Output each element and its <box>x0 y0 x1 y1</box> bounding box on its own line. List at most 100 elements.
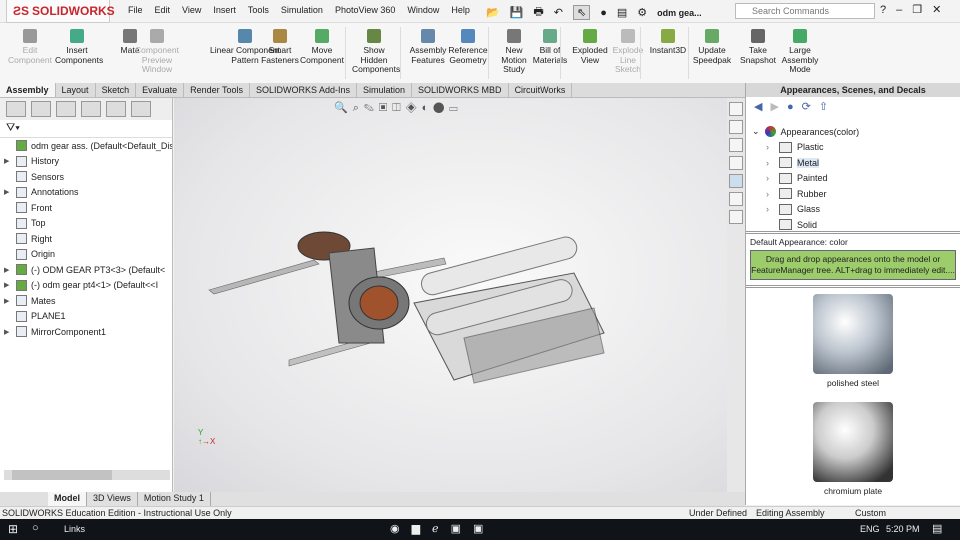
chevron-right-icon[interactable]: › <box>766 142 774 152</box>
filter-icon[interactable]: ⛛▾ <box>0 120 172 138</box>
menu-photoview-360[interactable]: PhotoView 360 <box>329 5 401 15</box>
property-manager-icon[interactable] <box>31 101 51 117</box>
file-explorer-icon[interactable] <box>729 138 743 152</box>
chevron-right-icon[interactable]: › <box>766 204 774 214</box>
search-commands-input[interactable]: Search Commands <box>735 3 875 19</box>
ribbon-reference-geometry[interactable]: Reference Geometry <box>446 29 490 65</box>
tree-item[interactable]: Origin <box>4 247 172 263</box>
feature-manager-icon[interactable] <box>6 101 26 117</box>
view-palette-icon[interactable] <box>729 156 743 170</box>
ribbon-component-preview-window[interactable]: Component Preview Window <box>135 29 179 75</box>
appearances-icon[interactable] <box>729 174 743 188</box>
horizontal-scrollbar[interactable] <box>4 470 170 480</box>
refresh-icon[interactable]: ⟳ <box>802 101 819 113</box>
rebuild-icon[interactable]: ● <box>600 7 607 19</box>
swatch-chromium-plate[interactable]: chromium plate <box>746 402 960 496</box>
print-icon[interactable]: 🖶 <box>533 3 543 22</box>
menu-window[interactable]: Window <box>401 5 445 15</box>
swatch-polished-steel[interactable]: polished steel <box>746 294 960 402</box>
menu-file[interactable]: File <box>122 5 149 15</box>
ribbon-take-snapshot[interactable]: Take Snapshot <box>736 29 780 65</box>
appearance-ball-icon[interactable]: ● <box>787 101 802 113</box>
tree-item[interactable]: odm gear ass. (Default<Default_Disp <box>4 138 172 154</box>
windows-start-icon[interactable]: ⊞ <box>8 522 18 536</box>
collapse-arrow-icon[interactable]: ⌄ <box>752 126 760 137</box>
ribbon-smart-fasteners[interactable]: Smart Fasteners <box>258 29 302 65</box>
tab-solidworks-mbd[interactable]: SOLIDWORKS MBD <box>412 83 509 97</box>
chevron-right-icon[interactable]: › <box>766 189 774 199</box>
expand-arrow-icon[interactable]: ▶ <box>4 328 12 336</box>
tree-item[interactable]: ▶ Annotations <box>4 185 172 201</box>
tree-item[interactable]: Right <box>4 231 172 247</box>
folder-rubber[interactable]: › Rubber <box>752 186 960 202</box>
ribbon-show-hidden-components[interactable]: Show Hidden Components <box>352 29 400 75</box>
ribbon-move-component[interactable]: Move Component <box>300 29 344 65</box>
up-icon[interactable]: ⇧ <box>819 101 836 113</box>
tab-simulation[interactable]: Simulation <box>357 83 413 97</box>
close-button[interactable]: ✕ <box>932 3 941 16</box>
home-icon[interactable] <box>729 102 743 116</box>
minimize-button[interactable]: – <box>896 4 902 16</box>
menu-tools[interactable]: Tools <box>242 5 275 15</box>
bottom-tab-3d-views[interactable]: 3D Views <box>87 492 138 506</box>
tree-item[interactable]: Front <box>4 200 172 216</box>
folder-solid[interactable]: Solid <box>752 217 960 231</box>
tab-sketch[interactable]: Sketch <box>96 83 137 97</box>
tree-item[interactable]: Top <box>4 216 172 232</box>
back-icon[interactable]: ◀ <box>754 101 770 113</box>
dimxpert-icon[interactable] <box>81 101 101 117</box>
undo-icon[interactable]: ↶ <box>554 6 563 19</box>
ribbon-large-assembly-mode[interactable]: Large Assembly Mode <box>778 29 822 75</box>
expand-arrow-icon[interactable]: ▶ <box>4 188 12 196</box>
graphics-area[interactable]: 🔍⌕✎▣◫◈◐⬤▭ Y ↑→X <box>174 98 727 492</box>
language-indicator[interactable]: ENG <box>860 524 880 534</box>
options-gear-icon[interactable]: ⚙ <box>637 6 647 19</box>
tab-layout[interactable]: Layout <box>56 83 96 97</box>
menu-simulation[interactable]: Simulation <box>275 5 329 15</box>
save-icon[interactable]: 💾 <box>510 6 524 19</box>
tab-circuitworks[interactable]: CircuitWorks <box>509 83 573 97</box>
forum-icon[interactable] <box>729 210 743 224</box>
ribbon-bill-of-materials[interactable]: Bill of Materials <box>528 29 572 65</box>
tree-item[interactable]: PLANE1 <box>4 309 172 325</box>
notifications-icon[interactable]: ▤ <box>932 522 942 535</box>
folder-painted[interactable]: › Painted <box>752 171 960 187</box>
tab-evaluate[interactable]: Evaluate <box>136 83 185 97</box>
file-properties-icon[interactable]: ▤ <box>617 6 627 19</box>
cam-icon[interactable] <box>131 101 151 117</box>
assembly-model[interactable] <box>174 98 727 492</box>
ribbon-update-speedpak[interactable]: Update Speedpak <box>690 29 734 65</box>
help-icon[interactable]: ? <box>880 4 886 16</box>
display-manager-icon[interactable] <box>106 101 126 117</box>
tab-render-tools[interactable]: Render Tools <box>184 83 250 97</box>
links-toolbar[interactable]: Links <box>64 524 85 534</box>
tree-item[interactable]: ▶ MirrorComponent1 <box>4 324 172 340</box>
tree-item[interactable]: Sensors <box>4 169 172 185</box>
menu-insert[interactable]: Insert <box>207 5 242 15</box>
tree-item[interactable]: ▶ History <box>4 154 172 170</box>
custom-properties-icon[interactable] <box>729 192 743 206</box>
chevron-right-icon[interactable]: › <box>766 158 774 168</box>
expand-arrow-icon[interactable]: ▶ <box>4 281 12 289</box>
expand-arrow-icon[interactable]: ▶ <box>4 297 12 305</box>
restore-button[interactable]: ❐ <box>912 3 922 16</box>
ribbon-assembly-features[interactable]: Assembly Features <box>406 29 450 65</box>
clock[interactable]: 5:20 PM <box>886 524 920 534</box>
tab-solidworks-add-ins[interactable]: SOLIDWORKS Add-Ins <box>250 83 358 97</box>
units-selector[interactable]: Custom <box>855 508 886 518</box>
folder-glass[interactable]: › Glass <box>752 202 960 218</box>
folder-plastic[interactable]: › Plastic <box>752 140 960 156</box>
ribbon-edit-component[interactable]: Edit Component <box>8 29 52 65</box>
tab-assembly[interactable]: Assembly <box>0 83 56 97</box>
pinned-apps[interactable]: ◉▆ℯ▣▣ <box>390 522 495 535</box>
design-library-icon[interactable] <box>729 120 743 134</box>
forward-icon[interactable]: ▶ <box>770 101 786 113</box>
solidworks-logo[interactable]: ƧS SOLIDWORKS <box>6 0 115 23</box>
ribbon-insert-components[interactable]: Insert Components <box>55 29 103 65</box>
menu-view[interactable]: View <box>176 5 207 15</box>
bottom-tab-model[interactable]: Model <box>48 492 87 506</box>
expand-arrow-icon[interactable]: ▶ <box>4 266 12 274</box>
tree-item[interactable]: ▶ (-) odm gear pt4<1> (Default<<I <box>4 278 172 294</box>
ribbon-explode-line-sketch[interactable]: Explode Line Sketch <box>606 29 650 75</box>
appearances-root[interactable]: ⌄ Appearances(color) <box>752 124 960 140</box>
